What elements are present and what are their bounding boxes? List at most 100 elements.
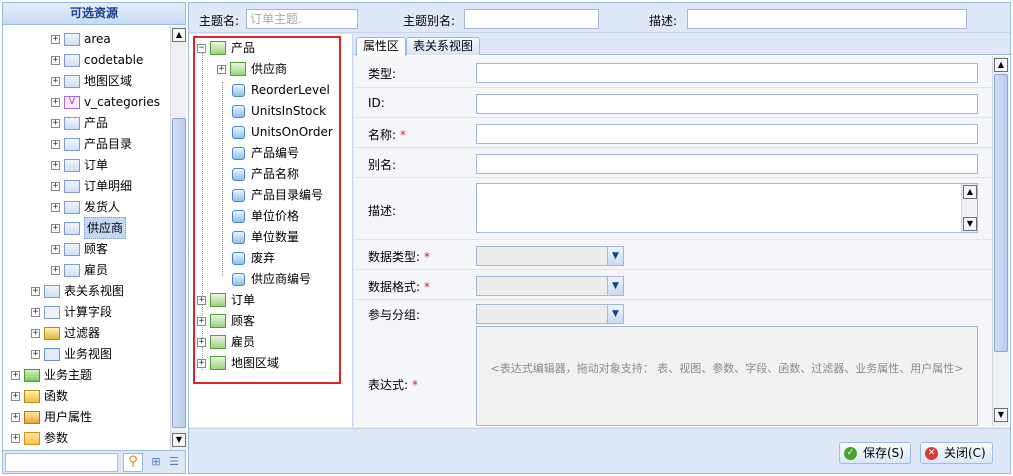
chevron-down-icon[interactable]: ▼ [607,247,623,265]
theme-field[interactable]: UnitsOnOrder [232,122,333,142]
scroll-down-icon[interactable]: ▼ [994,408,1008,422]
tree-node-business-theme[interactable]: + 业务主题 [11,365,92,385]
search-icon[interactable]: ⚲ [123,453,143,472]
tree-node-supplier[interactable]: + 供应商 [51,217,127,239]
tree-node-product-catalog[interactable]: + 产品目录 [51,134,132,154]
expand-icon[interactable]: + [31,286,40,296]
tree-node-param[interactable]: + 参数 [11,428,68,448]
tree-node-area[interactable]: + area [51,29,111,49]
expand-icon[interactable]: + [11,370,20,380]
alias-input[interactable] [476,154,978,174]
save-button[interactable]: ✓ 保存(S) [839,442,911,464]
theme-field[interactable]: 产品目录编号 [232,185,323,205]
tree-node-product[interactable]: + 产品 [51,113,108,133]
expand-icon[interactable]: + [197,295,206,305]
theme-node-supplier[interactable]: + 供应商 [217,59,287,79]
scroll-down-icon[interactable]: ▼ [963,217,977,231]
expand-icon[interactable]: + [51,76,60,86]
tree-node-relation-view[interactable]: + 表关系视图 [31,281,124,301]
theme-node-product[interactable]: − 产品 [197,38,255,58]
name-input[interactable] [476,124,978,144]
expand-icon[interactable]: + [31,328,40,338]
expand-icon[interactable]: + [51,202,60,212]
expand-icon[interactable]: + [51,118,60,128]
tree-node-user-attr[interactable]: + 用户属性 [11,407,92,427]
theme-alias-input[interactable] [464,9,599,29]
chevron-down-icon[interactable]: ▼ [607,277,623,295]
scroll-up-icon[interactable]: ▲ [994,58,1008,72]
expand-icon[interactable]: + [11,433,20,443]
theme-field[interactable]: 产品编号 [232,143,299,163]
tree-node-map-region[interactable]: + 地图区域 [51,71,132,91]
scroll-up-icon[interactable]: ▲ [963,185,977,199]
type-input[interactable] [476,63,978,83]
theme-field[interactable]: 单位数量 [232,227,299,247]
tree-node-shipper[interactable]: + 发货人 [51,197,120,217]
scroll-down-icon[interactable]: ▼ [172,433,186,447]
group-select[interactable]: ▼ [476,304,624,324]
tree-node-order-detail[interactable]: + 订单明细 [51,176,132,196]
resource-search-input[interactable] [5,453,118,472]
tree-node-business-view[interactable]: + 业务视图 [31,344,112,364]
expand-icon[interactable]: + [197,316,206,326]
scroll-up-icon[interactable]: ▲ [172,28,186,42]
tree-node-calc-field[interactable]: + 计算字段 [31,302,112,322]
theme-field[interactable]: UnitsInStock [232,101,326,121]
tab-properties[interactable]: 属性区 [356,37,407,56]
expression-editor[interactable]: <表达式编辑器，拖动对象支持： 表、视图、参数、字段、函数、过滤器、业务属性、用… [476,326,978,426]
theme-node-customer[interactable]: + 顾客 [197,311,255,331]
expand-icon[interactable]: + [51,244,60,254]
type-label: 类型: [368,67,397,81]
tree-node-codetable[interactable]: + codetable [51,50,143,70]
theme-field[interactable]: 产品名称 [232,164,299,184]
theme-field[interactable]: 单位价格 [232,206,299,226]
expand-icon[interactable]: + [51,139,60,149]
theme-field[interactable]: 供应商编号 [232,269,311,289]
chevron-down-icon[interactable]: ▼ [607,305,623,323]
expand-icon[interactable]: + [51,181,60,191]
desc-scrollbar[interactable]: ▲ ▼ [961,184,977,232]
collapse-icon[interactable]: − [197,43,206,53]
tree-node-function[interactable]: + 函数 [11,386,68,406]
theme-header-bar: 主题名: 订单主题. 主题别名: 描述: [189,3,1010,33]
expand-icon[interactable]: + [11,412,20,422]
data-type-select[interactable]: ▼ [476,246,624,266]
expand-icon[interactable]: + [51,265,60,275]
id-input[interactable] [476,94,978,114]
data-format-select[interactable]: ▼ [476,276,624,296]
form-scrollbar[interactable]: ▲ ▼ [992,56,1009,426]
resource-tree-scrollbar[interactable]: ▲ ▼ [170,26,186,450]
expand-icon[interactable]: + [51,223,60,233]
expand-icon[interactable]: + [217,64,226,74]
table-icon [64,116,80,130]
expand-icon[interactable]: + [31,349,40,359]
expand-icon[interactable]: + [197,358,206,368]
scroll-thumb[interactable] [994,74,1008,352]
theme-node-order[interactable]: + 订单 [197,290,255,310]
scroll-thumb[interactable] [172,118,186,428]
expand-icon[interactable]: + [31,307,40,317]
tree-view-icon[interactable]: ⊞ [149,456,163,468]
theme-name-input[interactable]: 订单主题. [246,9,358,29]
tree-node-order[interactable]: + 订单 [51,155,108,175]
desc-textarea[interactable]: ▲ ▼ [476,183,978,233]
close-button[interactable]: ✕ 关闭(C) [920,442,993,464]
theme-node-map-region[interactable]: + 地图区域 [197,353,279,373]
expand-icon[interactable]: + [51,34,60,44]
theme-node-employee[interactable]: + 雇员 [197,332,255,352]
theme-field[interactable]: 废弃 [232,248,275,268]
data-format-label: 数据格式: * [368,280,431,294]
expand-icon[interactable]: + [51,97,60,107]
tree-node-v-categories[interactable]: + Vv_categories [51,92,160,112]
expand-icon[interactable]: + [51,160,60,170]
expand-icon[interactable]: + [51,55,60,65]
theme-desc-input[interactable] [687,9,967,29]
tree-node-employee[interactable]: + 雇员 [51,260,108,280]
expand-icon[interactable]: + [11,391,20,401]
list-view-icon[interactable]: ☰ [167,456,181,468]
tree-node-customer[interactable]: + 顾客 [51,239,108,259]
expand-icon[interactable]: + [197,337,206,347]
tree-node-filter[interactable]: + 过滤器 [31,323,100,343]
theme-field[interactable]: ReorderLevel [232,80,330,100]
tab-relation-view[interactable]: 表关系视图 [406,37,481,55]
